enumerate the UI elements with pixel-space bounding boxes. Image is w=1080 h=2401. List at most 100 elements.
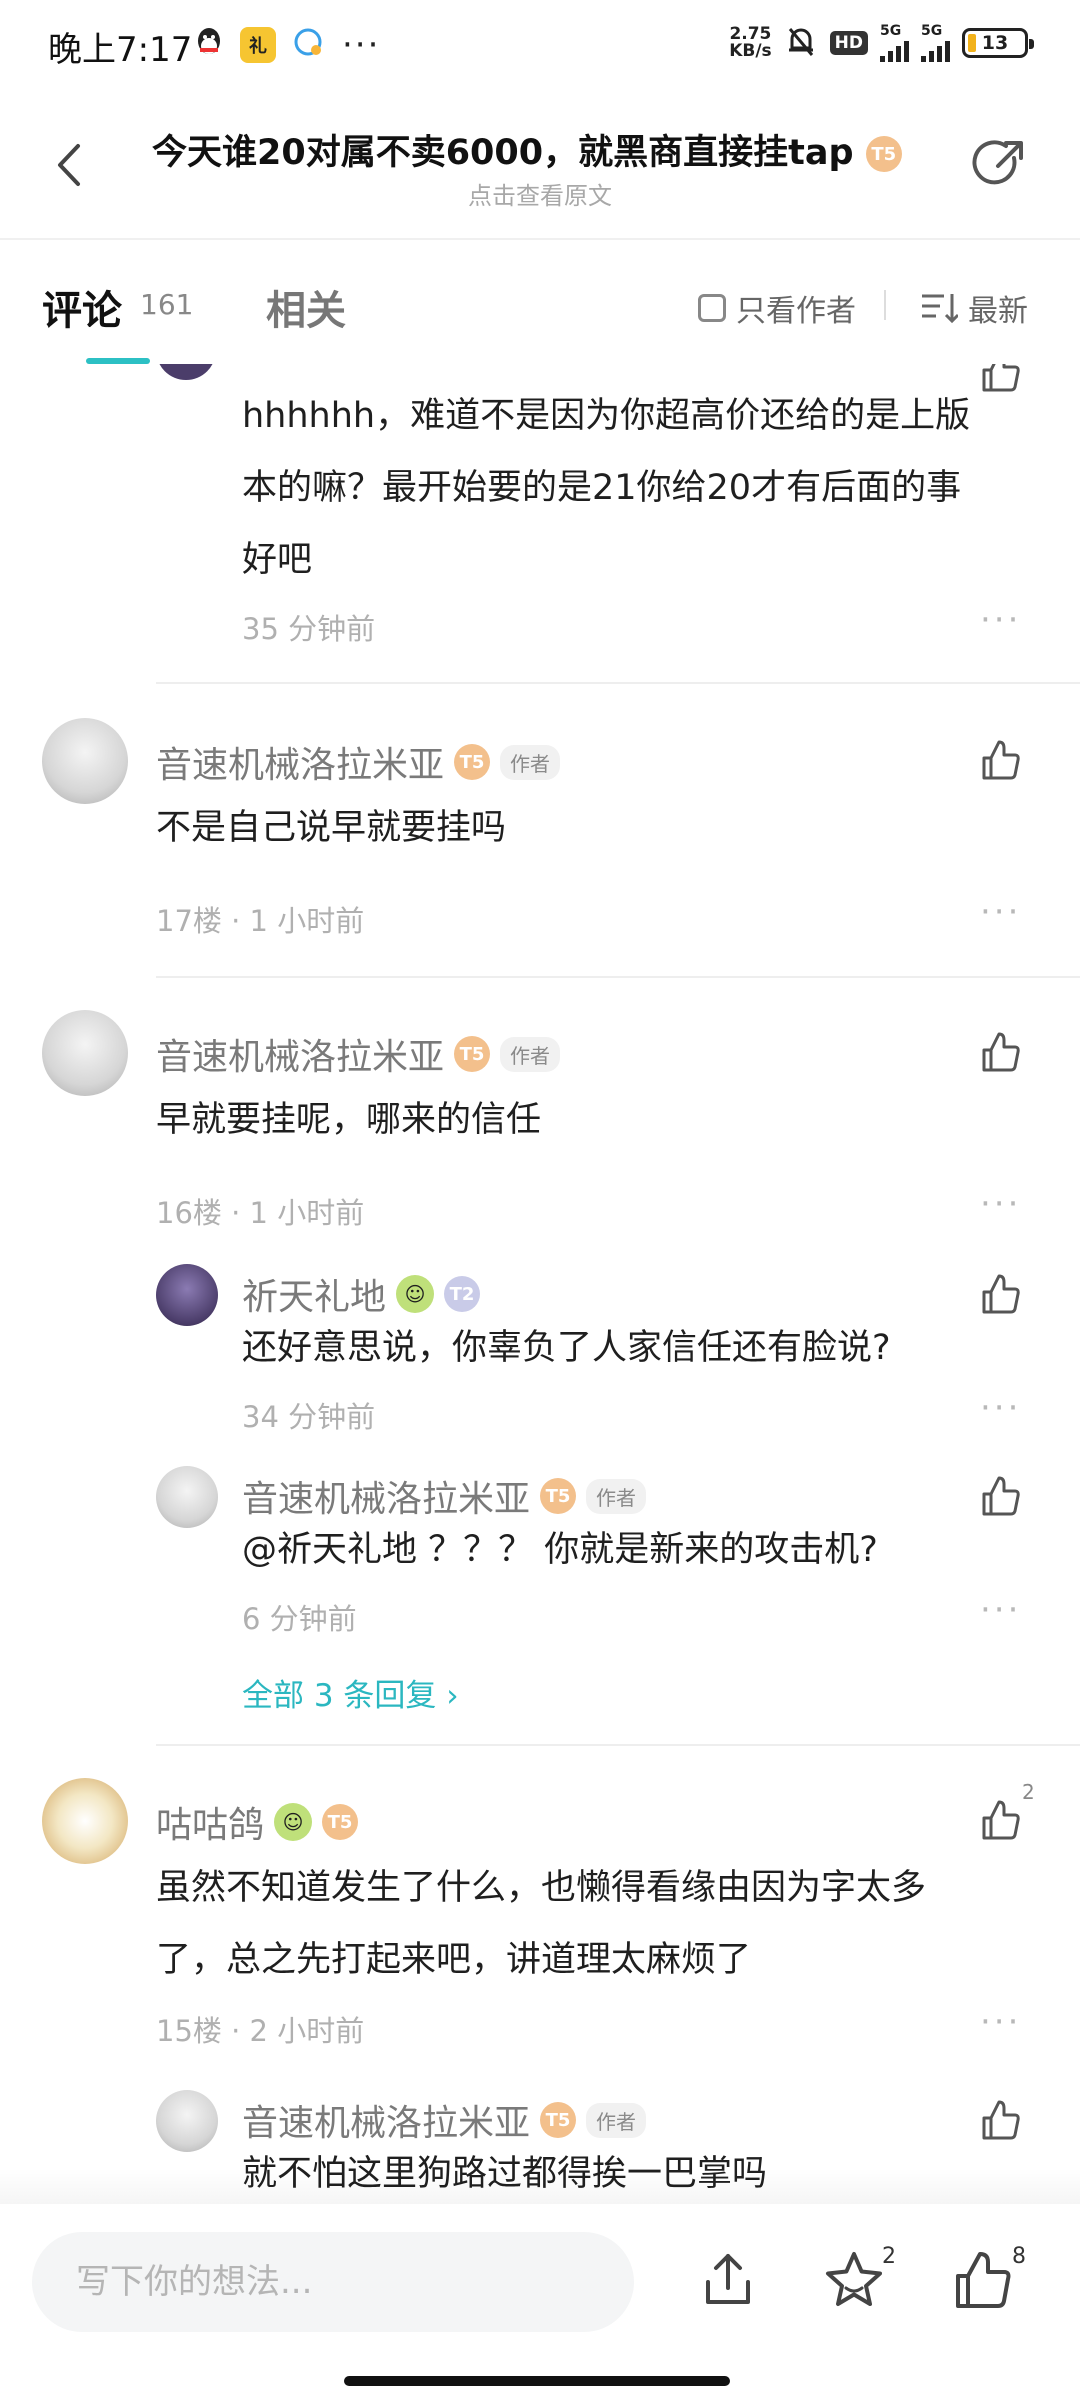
comment-item: 咕咕鸽 ☺ T5 2 虽然不知道发生了什么，也懒得看缘由因为字太多 了，总之先打…	[0, 1746, 1080, 2076]
favorite-count: 2	[882, 2244, 896, 2269]
comment-meta: 16楼 · 1 小时前	[156, 1196, 365, 1230]
comment-input[interactable]: 写下你的想法...	[32, 2232, 634, 2332]
thumbs-up-icon	[982, 364, 1020, 392]
reply-item: 音速机械洛拉米亚 T5 作者 @祈天礼地 ？？？ 你就是新来的攻击机? 6 分钟…	[0, 1446, 1080, 1646]
author-tag: 作者	[500, 1036, 561, 1072]
post-title[interactable]: 今天谁20对属不卖6000，就黑商直接挂tap T5	[152, 124, 902, 175]
avatar[interactable]	[42, 1010, 128, 1096]
like-button[interactable]	[978, 738, 1022, 782]
author-tag: 作者	[586, 2102, 647, 2138]
level-badge: T5	[540, 1478, 577, 1514]
like-button[interactable]	[978, 2098, 1022, 2142]
username[interactable]: 音速机械洛拉米亚	[156, 736, 444, 788]
comment-author: 音速机械洛拉米亚 T5 作者	[156, 1028, 561, 1080]
thumbs-up-icon	[982, 1800, 1020, 1840]
hd-voice-icon: HD	[829, 31, 868, 55]
signal-sim2-icon: 5G	[921, 24, 950, 62]
checkbox-icon[interactable]	[698, 294, 726, 322]
star-icon	[826, 2252, 882, 2306]
battery-icon: 13	[962, 28, 1034, 58]
tab-related[interactable]: 相关	[266, 278, 346, 336]
like-button[interactable]	[978, 1474, 1022, 1518]
level-badge: T2	[444, 1276, 481, 1312]
comment-author: 音速机械洛拉米亚 T5 作者	[156, 736, 561, 788]
comment-text: 好吧	[242, 540, 313, 580]
bottom-action-bar: 写下你的想法... 2 8	[0, 2204, 1080, 2401]
avatar[interactable]	[156, 1466, 218, 1528]
reply-item: 祈天礼地 ☺ T2 还好意思说，你辜负了人家信任还有脸说? 34 分钟前 ···	[0, 1244, 1080, 1444]
home-indicator[interactable]	[344, 2376, 730, 2386]
comment-text: hhhhhh，难道不是因为你超高价还给的是上版	[242, 396, 971, 436]
thumbs-up-icon	[982, 1476, 1020, 1516]
post-header: 今天谁20对属不卖6000，就黑商直接挂tap T5 点击查看原文	[0, 92, 1080, 240]
level-badge: T5	[454, 1036, 491, 1072]
share-button[interactable]	[970, 134, 1030, 194]
avatar[interactable]	[42, 718, 128, 804]
comment-text: 不是自己说早就要挂吗	[156, 808, 507, 848]
more-notifications-icon: ···	[342, 25, 381, 65]
comment-item: 音速机械洛拉米亚 T5 作者 早就要挂呢，哪来的信任 16楼 · 1 小时前 ·…	[0, 978, 1080, 1238]
share-icon	[972, 140, 1023, 185]
battery-level: 13	[981, 32, 1009, 54]
view-original-link[interactable]: 点击查看原文	[0, 176, 1080, 211]
more-options-button[interactable]: ···	[980, 600, 1021, 640]
level-badge: T5	[454, 744, 491, 780]
author-tag: 作者	[500, 744, 561, 780]
more-options-button[interactable]: ···	[980, 2002, 1021, 2042]
thumbs-up-icon	[982, 740, 1020, 780]
reply-item: hhhhhh，难道不是因为你超高价还给的是上版 本的嘛？最开始要的是21你给20…	[0, 364, 1080, 684]
comments-count: 161	[140, 288, 194, 321]
username[interactable]: 咕咕鸽	[156, 1796, 264, 1848]
avatar-frame-badge-icon: ☺	[274, 1803, 313, 1841]
avatar[interactable]	[156, 1264, 218, 1326]
like-button[interactable]	[978, 364, 1022, 394]
bell-muted-icon	[784, 24, 818, 62]
status-system-icons: 2.75 KB/s HD 5G 5G 13	[729, 24, 1034, 62]
comment-time: 35 分钟前	[242, 612, 376, 646]
like-post-count: 8	[1012, 2244, 1026, 2269]
avatar[interactable]	[156, 2090, 218, 2152]
app-notification-icon: 礼	[240, 27, 276, 63]
status-bar: 晚上7:17 礼 ··· 2.75 KB/s HD 5G 5G 13	[0, 0, 1080, 92]
reply-text: 还好意思说，你辜负了人家信任还有脸说?	[242, 1328, 891, 1368]
reply-time: 6 分钟前	[242, 1602, 357, 1636]
thumbs-up-icon	[982, 1032, 1020, 1072]
divider	[156, 682, 1080, 684]
more-options-button[interactable]: ···	[980, 1590, 1021, 1630]
more-options-button[interactable]: ···	[980, 1184, 1021, 1224]
divider	[884, 290, 886, 320]
author-tag: 作者	[586, 1478, 647, 1514]
upload-share-icon	[706, 2254, 750, 2304]
comment-tabs: 评论 161 相关 只看作者 最新	[0, 240, 1080, 364]
comment-meta: 17楼 · 1 小时前	[156, 904, 365, 938]
like-post-button[interactable]	[950, 2248, 1014, 2312]
comment-text: 早就要挂呢，哪来的信任	[156, 1100, 542, 1140]
avatar-frame-badge-icon: ☺	[396, 1275, 435, 1313]
author-level-badge: T5	[865, 136, 902, 172]
comment-text: 本的嘛？最开始要的是21你给20才有后面的事	[242, 468, 962, 508]
thumbs-up-icon	[982, 2100, 1020, 2140]
like-button[interactable]	[978, 1798, 1022, 1842]
like-count: 2	[1022, 1780, 1035, 1804]
favorite-button[interactable]	[822, 2248, 886, 2312]
more-options-button[interactable]: ···	[980, 892, 1021, 932]
share-button[interactable]	[696, 2248, 760, 2312]
tab-comments[interactable]: 评论	[42, 278, 122, 336]
author-only-filter[interactable]: 只看作者	[698, 286, 856, 330]
sort-button[interactable]: 最新	[920, 286, 1028, 330]
avatar[interactable]	[156, 364, 216, 380]
comment-author: 咕咕鸽 ☺ T5	[156, 1796, 359, 1848]
username[interactable]: 音速机械洛拉米亚	[156, 1028, 444, 1080]
comment-text: 了，总之先打起来吧，讲道理太麻烦了	[156, 1940, 752, 1980]
view-all-replies-link[interactable]: 全部 3 条回复 ›	[242, 1670, 459, 1715]
bottom-bar-shadow	[0, 2168, 1080, 2204]
like-button[interactable]	[978, 1272, 1022, 1316]
avatar[interactable]	[42, 1778, 128, 1864]
more-options-button[interactable]: ···	[980, 1388, 1021, 1428]
sort-icon	[922, 294, 958, 324]
thumbs-up-icon	[982, 1274, 1020, 1314]
comment-meta: 15楼 · 2 小时前	[156, 2014, 365, 2048]
chat-bubble-icon	[292, 26, 326, 64]
net-speed: 2.75 KB/s	[729, 24, 772, 61]
like-button[interactable]	[978, 1030, 1022, 1074]
